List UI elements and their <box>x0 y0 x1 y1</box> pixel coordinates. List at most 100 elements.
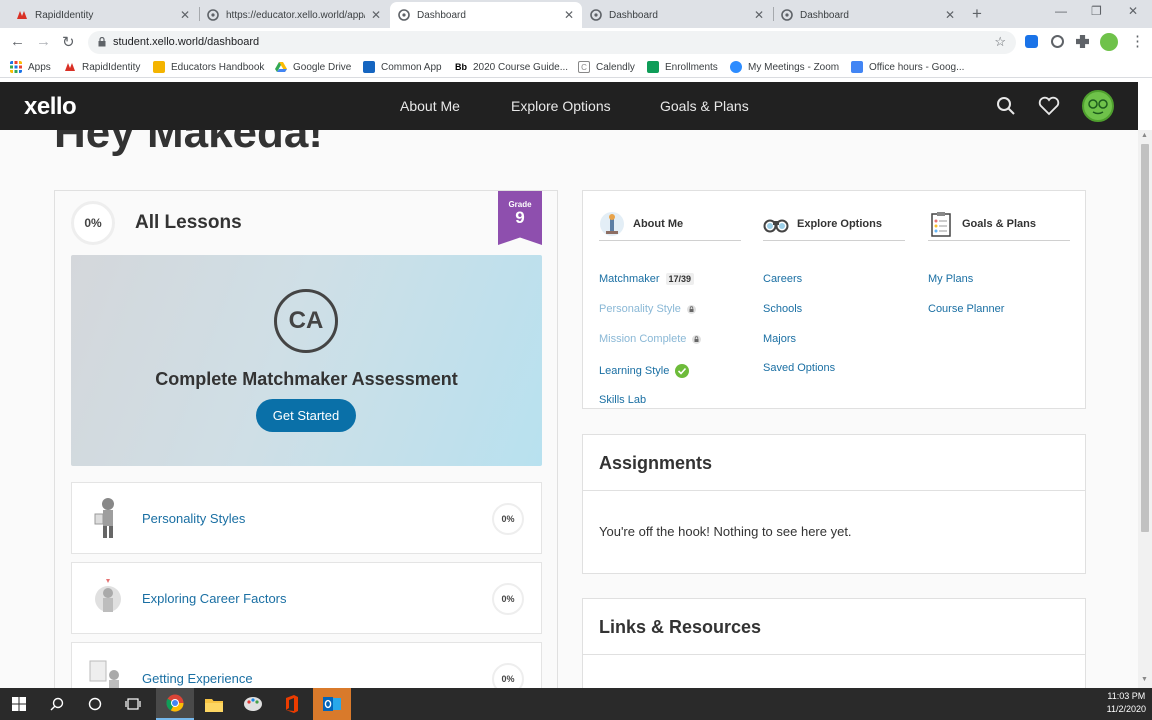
tab-rapididentity[interactable]: RapidIdentity ✕ <box>8 2 198 28</box>
lock-icon <box>692 334 702 344</box>
profile-avatar-icon[interactable] <box>1100 33 1118 51</box>
address-bar[interactable]: student.xello.world/dashboard ☆ <box>88 31 1016 54</box>
task-view-button[interactable] <box>114 688 152 720</box>
link-careers[interactable]: Careers <box>763 273 802 285</box>
career-factors-illustration-icon <box>95 579 121 612</box>
bookmark-label: Office hours - Goog... <box>869 61 965 73</box>
browser-tab-strip: RapidIdentity ✕ https://educator.xello.w… <box>0 0 1152 28</box>
tab-close-icon[interactable]: ✕ <box>371 8 381 22</box>
lesson-name: Getting Experience <box>142 671 253 686</box>
tab-close-icon[interactable]: ✕ <box>564 8 574 22</box>
tab-dashboard-active[interactable]: Dashboard ✕ <box>390 2 582 28</box>
bookmark-common-app[interactable]: Common App <box>363 60 442 74</box>
tab-close-icon[interactable]: ✕ <box>945 8 955 22</box>
link-matchmaker[interactable]: Matchmaker 17/39 <box>599 273 695 285</box>
link-saved-options[interactable]: Saved Options <box>763 362 835 374</box>
tab-dashboard[interactable]: Dashboard ✕ <box>773 2 963 28</box>
clock-time: 11:03 PM <box>1107 691 1146 701</box>
tab-dashboard[interactable]: Dashboard ✕ <box>582 2 772 28</box>
taskbar-office[interactable] <box>273 688 311 720</box>
docs-icon <box>851 61 863 73</box>
about-me-header[interactable]: About Me <box>599 207 741 241</box>
bookmark-office-hours[interactable]: Office hours - Goog... <box>851 60 964 74</box>
lesson-item-personality-styles[interactable]: Personality Styles 0% <box>71 482 542 554</box>
user-avatar[interactable] <box>1082 90 1114 122</box>
scroll-up-arrow-icon[interactable]: ▲ <box>1141 132 1148 139</box>
system-clock[interactable]: 11:03 PM 11/2/2020 <box>1107 690 1146 716</box>
zoom-icon <box>730 61 742 73</box>
heart-icon[interactable] <box>1038 96 1060 116</box>
new-tab-button[interactable]: + <box>972 4 982 24</box>
link-mission-complete: Mission Complete <box>599 333 702 345</box>
link-course-planner[interactable]: Course Planner <box>928 303 1004 315</box>
bookmark-enrollments[interactable]: Enrollments <box>647 60 718 74</box>
taskbar-file-explorer[interactable] <box>195 688 233 720</box>
back-icon[interactable]: ← <box>10 33 25 50</box>
scrollbar-thumb[interactable] <box>1141 144 1149 532</box>
link-learning-style[interactable]: Learning Style <box>599 364 690 378</box>
bookmark-label: Apps <box>28 61 51 73</box>
nav-about-me[interactable]: About Me <box>400 98 460 114</box>
bookmark-calendly[interactable]: C Calendly <box>578 60 635 74</box>
nav-goals-plans[interactable]: Goals & Plans <box>660 98 749 114</box>
restore-icon[interactable]: ❐ <box>1091 4 1102 18</box>
extension-icon[interactable] <box>1025 35 1038 48</box>
about-me-icon <box>600 211 624 236</box>
browser-menu-icon[interactable]: ⋮ <box>1130 32 1145 50</box>
extension-icon[interactable] <box>1051 35 1064 48</box>
lessons-title: All Lessons <box>135 212 242 233</box>
matchmaker-assessment-banner: CA Complete Matchmaker Assessment Get St… <box>71 255 542 466</box>
tab-educator-xello[interactable]: https://educator.xello.world/app/ ✕ <box>199 2 389 28</box>
taskbar-chrome[interactable] <box>156 688 194 720</box>
office-icon <box>286 695 298 713</box>
bookmark-educators-handbook[interactable]: Educators Handbook <box>153 60 264 74</box>
greeting-heading: Hey Makeda! <box>54 130 324 157</box>
explore-options-column: Explore Options Careers Schools Majors S… <box>763 207 905 374</box>
bookmark-course-guide[interactable]: Bb 2020 Course Guide... <box>455 60 568 74</box>
apps-grid-icon <box>10 61 22 73</box>
windows-taskbar: 11:03 PM 11/2/2020 <box>0 688 1152 720</box>
about-me-column: About Me Matchmaker 17/39 Personality St… <box>599 207 741 406</box>
assessment-title: Complete Matchmaker Assessment <box>155 369 458 389</box>
link-schools[interactable]: Schools <box>763 303 802 315</box>
lesson-item-exploring-career-factors[interactable]: Exploring Career Factors 0% <box>71 562 542 634</box>
getting-experience-illustration-icon <box>89 660 119 688</box>
taskbar-search-button[interactable] <box>38 688 76 720</box>
get-started-button[interactable]: Get Started <box>256 399 356 432</box>
bookmark-apps[interactable]: Apps <box>10 60 51 74</box>
bookmark-google-drive[interactable]: Google Drive <box>275 60 351 74</box>
search-icon[interactable] <box>996 96 1016 116</box>
forward-icon[interactable]: → <box>36 33 51 50</box>
cortana-button[interactable] <box>76 688 114 720</box>
explore-options-header[interactable]: Explore Options <box>763 207 905 241</box>
bookmark-star-icon[interactable]: ☆ <box>994 34 1006 50</box>
page-scrollbar[interactable]: ▲ ▼ <box>1138 130 1152 688</box>
link-skills-lab[interactable]: Skills Lab <box>599 394 646 406</box>
folder-icon <box>205 698 223 712</box>
bookmark-zoom[interactable]: My Meetings - Zoom <box>730 60 839 74</box>
lesson-item-getting-experience[interactable]: Getting Experience 0% <box>71 642 542 688</box>
paint-palette-icon <box>244 697 262 711</box>
link-majors[interactable]: Majors <box>763 333 796 345</box>
avatar-face-icon <box>1088 99 1108 115</box>
scroll-down-arrow-icon[interactable]: ▼ <box>1141 676 1148 683</box>
grade-ribbon: Grade 9 <box>498 191 542 245</box>
extensions-puzzle-icon[interactable] <box>1076 35 1089 48</box>
tab-close-icon[interactable]: ✕ <box>754 8 764 22</box>
link-my-plans[interactable]: My Plans <box>928 273 973 285</box>
tab-label: RapidIdentity <box>35 9 94 21</box>
links-resources-title: Links & Resources <box>599 617 762 637</box>
close-window-icon[interactable]: ✕ <box>1128 4 1138 18</box>
goals-plans-header[interactable]: Goals & Plans <box>928 207 1070 241</box>
link-label: Skills Lab <box>599 394 647 406</box>
taskbar-app[interactable] <box>234 688 272 720</box>
bookmark-rapididentity[interactable]: RapidIdentity <box>64 60 140 74</box>
tab-close-icon[interactable]: ✕ <box>180 8 190 22</box>
nav-explore-options[interactable]: Explore Options <box>511 98 611 114</box>
reload-icon[interactable]: ↻ <box>62 33 75 51</box>
taskbar-outlook[interactable] <box>313 688 351 720</box>
minimize-icon[interactable]: — <box>1055 4 1067 18</box>
windows-start-button[interactable] <box>0 688 38 720</box>
tab-label: Dashboard <box>417 9 466 21</box>
xello-logo[interactable]: xello <box>24 93 77 121</box>
